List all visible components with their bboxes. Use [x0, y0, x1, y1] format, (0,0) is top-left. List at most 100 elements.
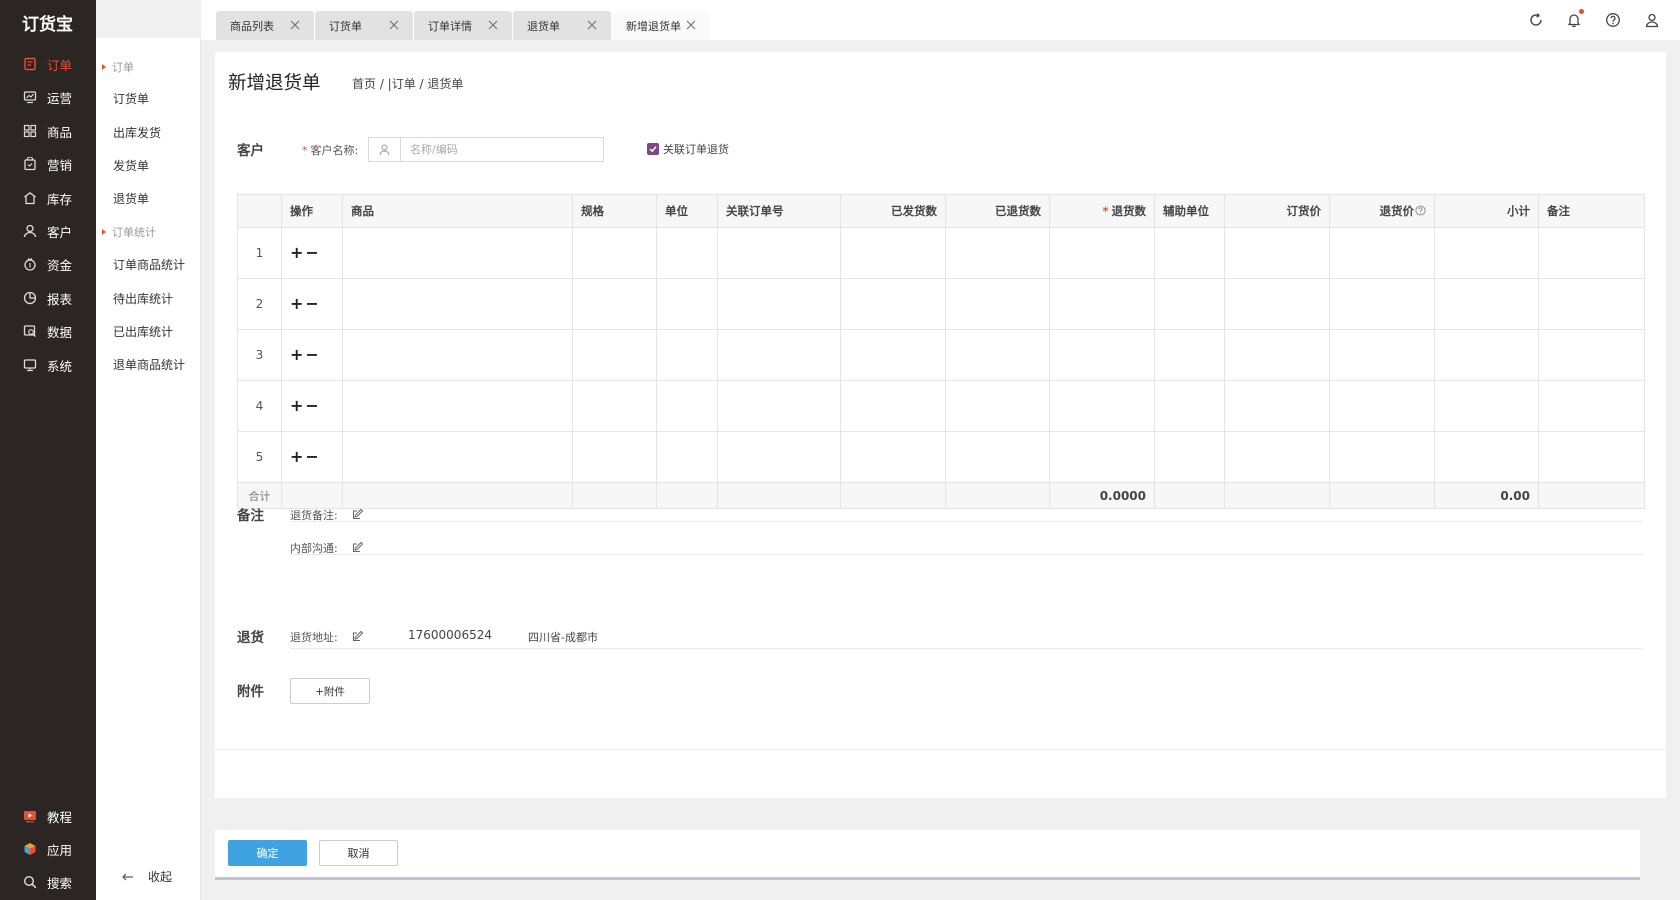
submenu-item-return-goods-stats[interactable]: 退单商品统计 — [113, 356, 185, 373]
breadcrumb[interactable]: 首页 / |订单 / 退货单 — [352, 75, 463, 92]
cell-linked-order — [717, 227, 841, 279]
cell-shipped-qty — [840, 431, 946, 483]
col-returned-qty: 已退货数 — [945, 194, 1050, 228]
section-return: 退货 — [237, 630, 264, 646]
add-row-icon[interactable]: + — [290, 245, 303, 261]
cell-return-qty[interactable] — [1049, 431, 1155, 483]
cancel-button[interactable]: 取消 — [319, 840, 398, 866]
cell-spec — [572, 278, 657, 330]
cell-goods[interactable] — [342, 380, 573, 432]
edit-icon[interactable] — [352, 508, 364, 520]
close-icon[interactable] — [387, 18, 401, 32]
remove-row-icon[interactable]: − — [305, 449, 318, 465]
tab-order-detail[interactable]: 订单详情 — [414, 11, 512, 40]
customer-name-field[interactable] — [368, 137, 604, 162]
tab-new-return[interactable]: 新增退货单 — [612, 11, 710, 40]
customer-lookup-icon[interactable] — [369, 138, 401, 161]
edit-icon[interactable] — [352, 541, 364, 553]
collapse-button[interactable]: 收起 — [122, 868, 172, 885]
table-row: 2 + − — [237, 278, 1645, 330]
cell-return-price[interactable] — [1329, 380, 1435, 432]
confirm-button[interactable]: 确定 — [228, 840, 307, 866]
footer-scrollbar[interactable] — [215, 877, 1640, 880]
checkbox-checked-icon[interactable] — [647, 143, 659, 155]
add-row-icon[interactable]: + — [290, 449, 303, 465]
cell-return-qty[interactable] — [1049, 227, 1155, 279]
edit-icon[interactable] — [352, 630, 364, 642]
refresh-icon[interactable] — [1528, 12, 1544, 28]
submenu-item-outbound-stats[interactable]: 已出库统计 — [113, 323, 173, 340]
submenu-item-outbound[interactable]: 出库发货 — [113, 124, 161, 141]
submenu-item-order-goods-stats[interactable]: 订单商品统计 — [113, 256, 185, 273]
cell-return-price[interactable] — [1329, 431, 1435, 483]
close-icon[interactable] — [684, 18, 698, 32]
section-remarks: 备注 — [237, 508, 264, 524]
cell-subtotal — [1434, 380, 1539, 432]
close-icon[interactable] — [486, 18, 500, 32]
customer-icon — [23, 224, 37, 238]
cell-return-qty[interactable] — [1049, 278, 1155, 330]
divider — [290, 648, 1643, 649]
cell-remark[interactable] — [1538, 227, 1645, 279]
nav-item-order[interactable]: 订单 — [0, 50, 96, 78]
cell-return-qty[interactable] — [1049, 380, 1155, 432]
tab-order-sheet[interactable]: 订货单 — [315, 11, 413, 40]
remove-row-icon[interactable]: − — [305, 245, 318, 261]
cell-shipped-qty — [840, 329, 946, 381]
add-attachment-button[interactable]: +附件 — [290, 678, 370, 704]
cell-goods[interactable] — [342, 329, 573, 381]
nav-item-customer[interactable]: 客户 — [0, 217, 96, 245]
user-icon[interactable] — [1644, 12, 1660, 28]
submenu-item-delivery[interactable]: 发货单 — [113, 157, 149, 174]
nav-item-goods[interactable]: 商品 — [0, 117, 96, 145]
nav-item-search[interactable]: 搜索 — [0, 868, 96, 896]
nav-item-data[interactable]: 数据 — [0, 317, 96, 345]
nav-item-inventory[interactable]: 库存 — [0, 184, 96, 212]
submenu-item-pending-outbound-stats[interactable]: 待出库统计 — [113, 290, 173, 307]
nav-item-operations[interactable]: 运营 — [0, 83, 96, 111]
bell-icon[interactable] — [1566, 9, 1584, 28]
row-ops: + − — [281, 431, 343, 483]
link-order-return-checkbox[interactable]: 关联订单退货 — [647, 141, 729, 157]
cell-returned-qty — [945, 431, 1050, 483]
cell-subtotal — [1434, 431, 1539, 483]
cell-remark[interactable] — [1538, 380, 1645, 432]
customer-name-input[interactable] — [401, 138, 603, 161]
nav-item-tutorial[interactable]: 教程 — [0, 802, 96, 830]
cell-remark[interactable] — [1538, 329, 1645, 381]
add-row-icon[interactable]: + — [290, 347, 303, 363]
cell-remark[interactable] — [1538, 278, 1645, 330]
marketing-icon — [23, 157, 37, 171]
nav-item-system[interactable]: 系统 — [0, 351, 96, 379]
tab-goods-list[interactable]: 商品列表 — [216, 11, 314, 40]
cell-order-price — [1224, 227, 1330, 279]
nav-item-label: 商品 — [47, 124, 73, 140]
help-icon[interactable] — [1605, 12, 1621, 28]
submenu-item-returns[interactable]: 退货单 — [113, 190, 149, 207]
nav-item-marketing[interactable]: 营销 — [0, 150, 96, 178]
cell-return-price[interactable] — [1329, 227, 1435, 279]
nav-item-apps[interactable]: 应用 — [0, 835, 96, 863]
cell-return-price[interactable] — [1329, 329, 1435, 381]
close-icon[interactable] — [585, 18, 599, 32]
cell-goods[interactable] — [342, 431, 573, 483]
close-icon[interactable] — [288, 18, 302, 32]
cell-aux-unit — [1154, 431, 1225, 483]
cell-return-qty[interactable] — [1049, 329, 1155, 381]
remove-row-icon[interactable]: − — [305, 296, 318, 312]
remove-row-icon[interactable]: − — [305, 398, 318, 414]
cell-goods[interactable] — [342, 278, 573, 330]
remove-row-icon[interactable]: − — [305, 347, 318, 363]
tab-label: 商品列表 — [230, 19, 274, 33]
cell-goods[interactable] — [342, 227, 573, 279]
submenu-item-order-sheet[interactable]: 订货单 — [113, 90, 149, 107]
add-row-icon[interactable]: + — [290, 398, 303, 414]
cell-remark[interactable] — [1538, 431, 1645, 483]
cell-return-price[interactable] — [1329, 278, 1435, 330]
nav-item-report[interactable]: 报表 — [0, 284, 96, 312]
tab-returns[interactable]: 退货单 — [513, 11, 611, 40]
add-row-icon[interactable]: + — [290, 296, 303, 312]
cell-returned-qty — [945, 278, 1050, 330]
nav-item-funds[interactable]: 资金 — [0, 250, 96, 278]
cell-unit — [656, 380, 718, 432]
